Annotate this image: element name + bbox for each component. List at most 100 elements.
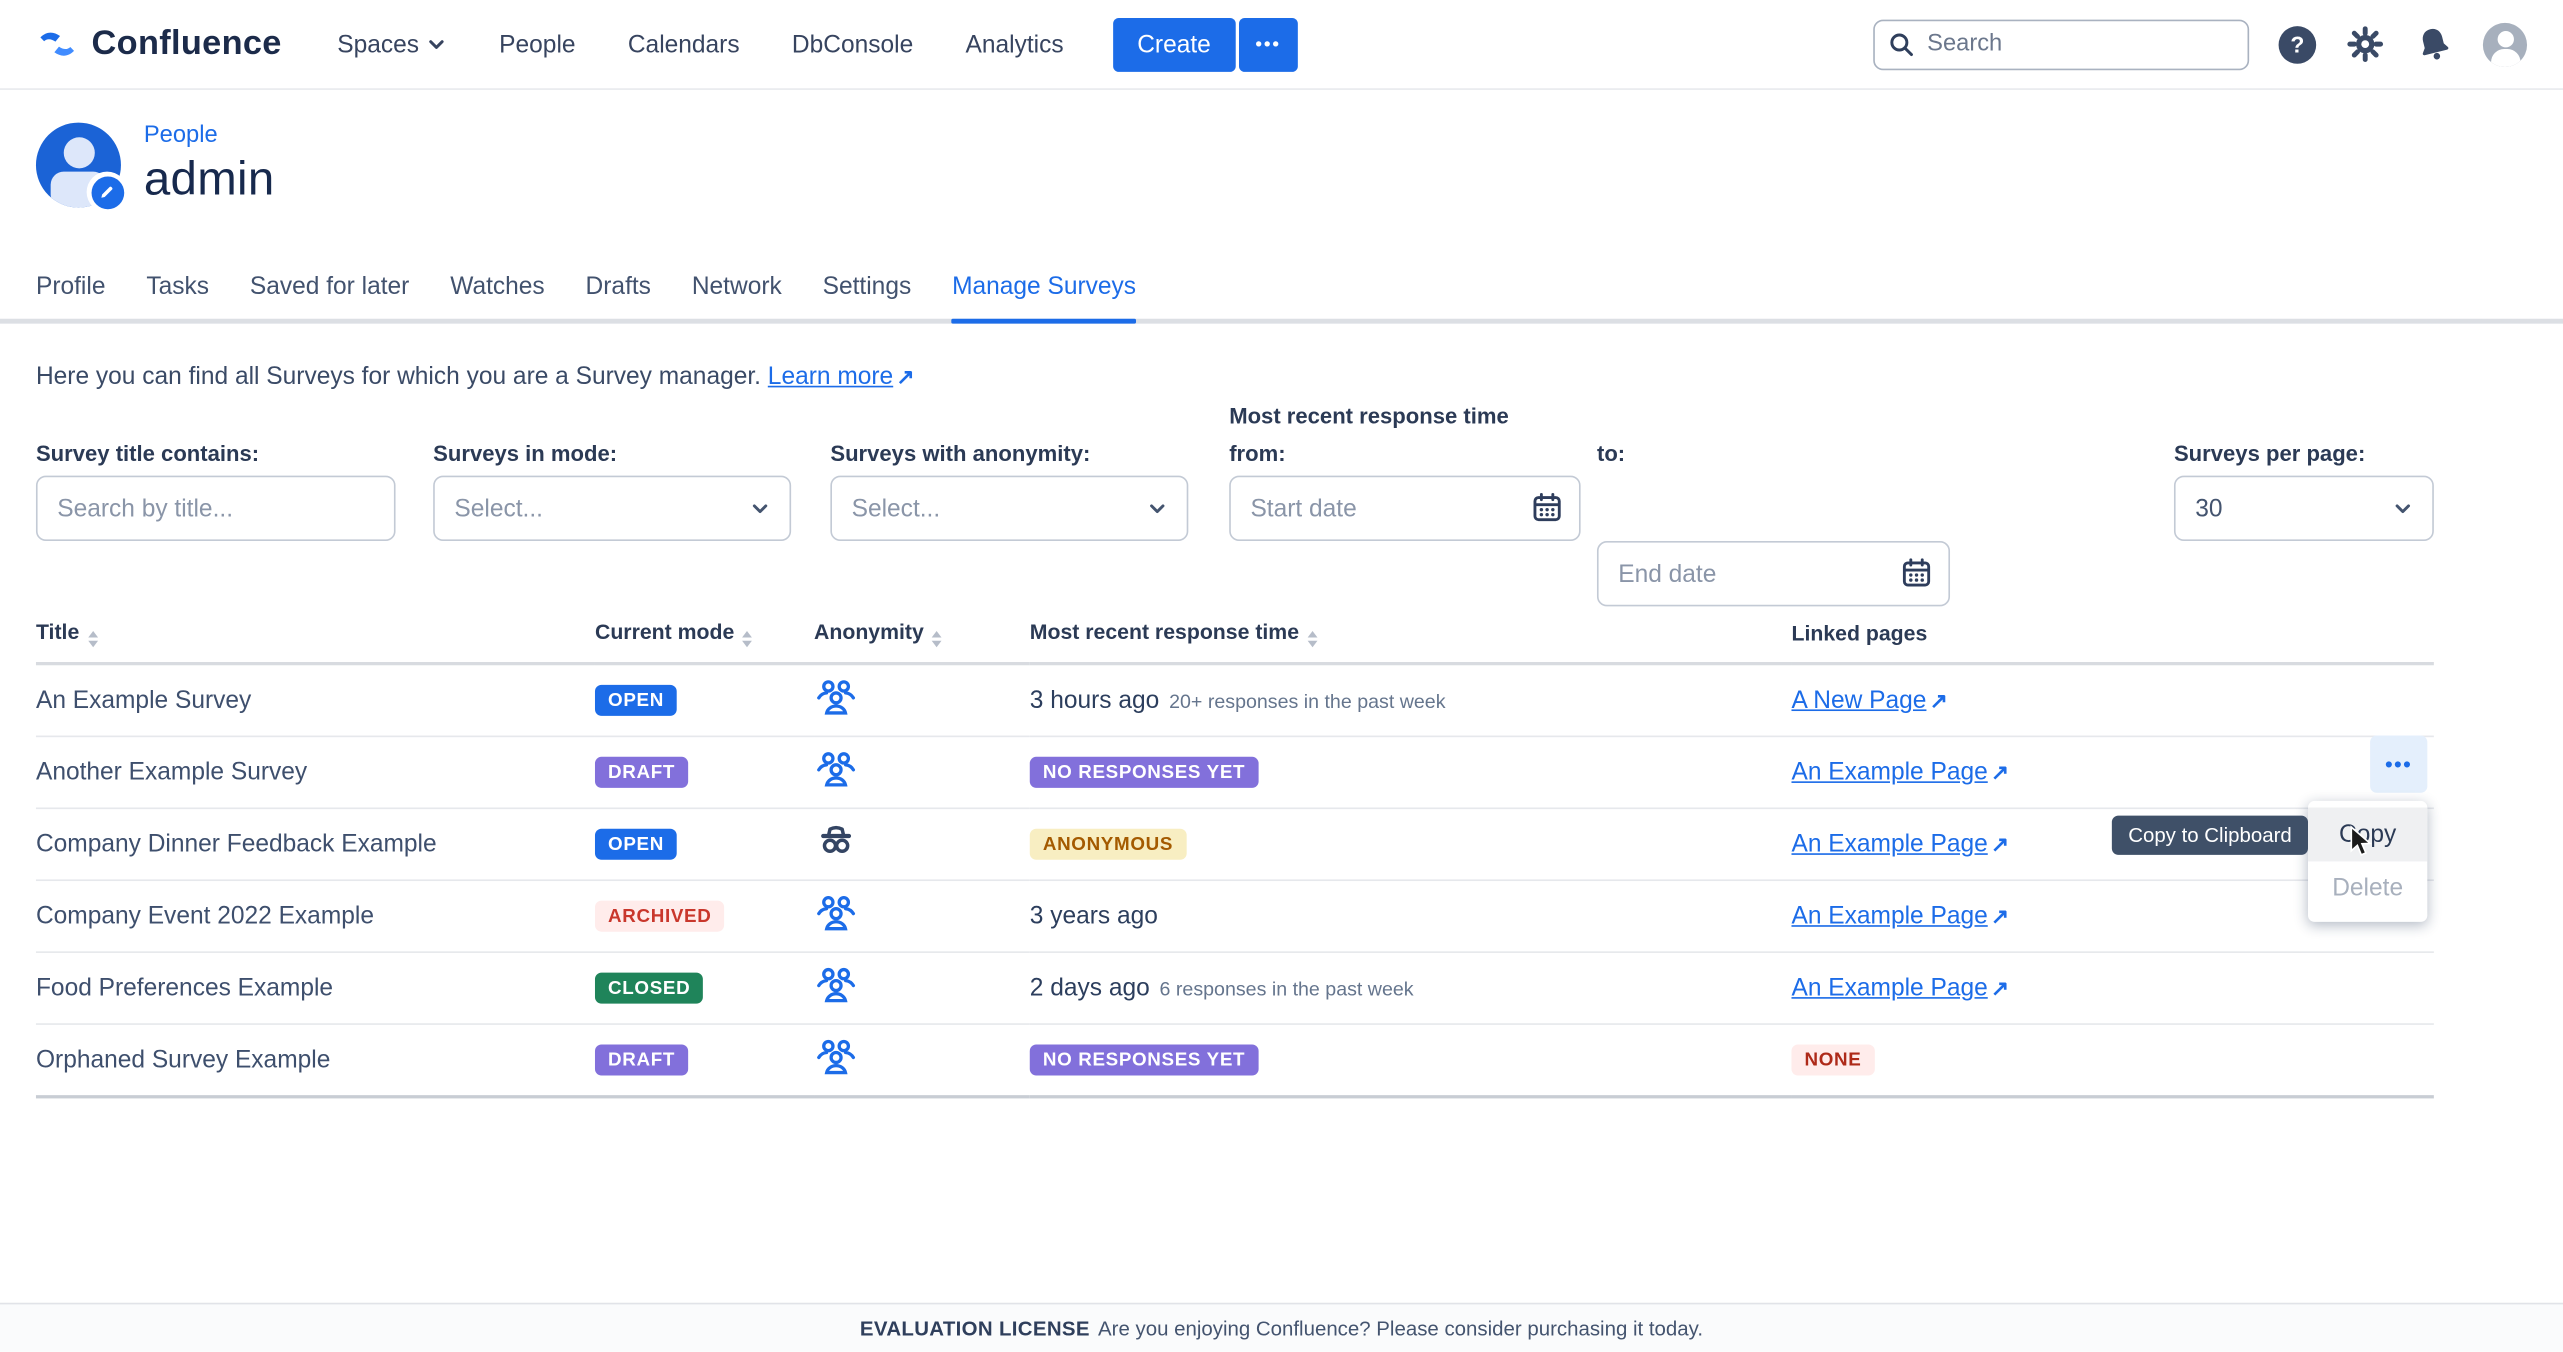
column-header-anonymity[interactable]: Anonymity <box>814 616 1030 663</box>
linked-page-link[interactable]: An Example Page↗ <box>1791 974 2008 1002</box>
mode-filter-select[interactable]: Select... <box>433 476 791 541</box>
survey-title: Company Event 2022 Example <box>36 880 595 952</box>
confluence-page: Confluence Spaces People Calendars DbCon… <box>0 0 2563 1352</box>
mode-badge: DRAFT <box>595 1044 688 1076</box>
people-breadcrumb[interactable]: People <box>144 123 275 149</box>
group-anonymity-icon <box>814 1035 858 1079</box>
none-badge: NONE <box>1791 1044 1874 1076</box>
linked-page-link[interactable]: An Example Page↗ <box>1791 902 2008 930</box>
brand-name: Confluence <box>92 25 282 64</box>
response-detail: 6 responses in the past week <box>1160 977 1414 1000</box>
nav-item-dbconsole[interactable]: DbConsole <box>792 30 913 58</box>
calendar-icon[interactable] <box>1530 490 1564 524</box>
linked-page-link[interactable]: An Example Page↗ <box>1791 830 2008 858</box>
learn-more-link[interactable]: Learn more↗ <box>768 363 914 391</box>
copy-tooltip: Copy to Clipboard <box>2112 816 2308 855</box>
group-anonymity-icon <box>814 963 858 1007</box>
sort-icon <box>742 631 752 647</box>
table-row: Food Preferences Example CLOSED 2 days a… <box>36 952 2434 1024</box>
page-title: admin <box>144 154 275 208</box>
notifications-button[interactable] <box>2414 25 2453 64</box>
user-avatar[interactable] <box>2483 22 2527 66</box>
linked-page-link[interactable]: A New Page↗ <box>1791 687 1947 715</box>
sort-icon <box>1307 631 1317 647</box>
response-time: 3 years ago <box>1030 902 1158 930</box>
title-filter-input[interactable] <box>36 476 396 541</box>
group-anonymity-icon <box>814 675 858 719</box>
title-filter-label: Survey title contains: <box>36 441 259 466</box>
footer-text: Are you enjoying Confluence? Please cons… <box>1098 1317 1703 1340</box>
profile-avatar[interactable] <box>36 123 121 208</box>
tab-network[interactable]: Network <box>692 273 782 319</box>
search-input[interactable] <box>1873 19 2249 70</box>
no-responses-badge: NO RESPONSES YET <box>1030 1044 1258 1076</box>
per-page-select[interactable]: 30 <box>2174 476 2434 541</box>
external-link-icon: ↗ <box>896 365 914 391</box>
row-actions-button[interactable]: ••• <box>2370 736 2427 793</box>
mode-select-value: Select... <box>454 494 543 522</box>
tab-saved-for-later[interactable]: Saved for later <box>250 273 409 319</box>
top-navigation: Confluence Spaces People Calendars DbCon… <box>0 0 2563 88</box>
survey-title: An Example Survey <box>36 664 595 737</box>
search-box <box>1873 19 2249 70</box>
edit-avatar-badge[interactable] <box>87 172 128 213</box>
to-filter-label: to: <box>1597 441 1625 466</box>
settings-button[interactable] <box>2346 25 2385 64</box>
nav-item-calendars[interactable]: Calendars <box>628 30 740 58</box>
table-header-row: Title Current mode Anonymity Most recent… <box>36 616 2434 663</box>
license-label: EVALUATION LICENSE <box>860 1317 1090 1340</box>
tab-settings[interactable]: Settings <box>823 273 912 319</box>
per-page-label: Surveys per page: <box>2174 441 2365 466</box>
filter-bar: Most recent response time Survey title c… <box>0 404 2563 590</box>
linked-page-label: A New Page <box>1791 687 1926 715</box>
tab-drafts[interactable]: Drafts <box>586 273 651 319</box>
tab-profile[interactable]: Profile <box>36 273 106 319</box>
mode-badge: CLOSED <box>595 972 703 1004</box>
linked-page-label: An Example Page <box>1791 974 1987 1002</box>
external-link-icon: ↗ <box>1991 760 2009 786</box>
survey-title: Food Preferences Example <box>36 952 595 1024</box>
tab-tasks[interactable]: Tasks <box>146 273 209 319</box>
external-link-icon: ↗ <box>1991 832 2009 858</box>
chevron-down-icon <box>750 499 770 519</box>
nav-item-spaces[interactable]: Spaces <box>337 30 447 58</box>
menu-item-delete: Delete <box>2308 861 2427 915</box>
column-header-mode[interactable]: Current mode <box>595 616 814 663</box>
table-row: Company Event 2022 Example ARCHIVED 3 ye… <box>36 880 2434 952</box>
help-icon: ? <box>2290 31 2304 57</box>
group-anonymity-icon <box>814 891 858 935</box>
column-header-title[interactable]: Title <box>36 616 595 663</box>
confluence-logo[interactable]: Confluence <box>36 23 282 65</box>
create-button[interactable]: Create <box>1113 17 1236 71</box>
survey-title: Orphaned Survey Example <box>36 1024 595 1097</box>
from-filter-label: from: <box>1229 441 1285 466</box>
linked-page-link[interactable]: An Example Page↗ <box>1791 758 2008 786</box>
mode-badge: DRAFT <box>595 756 688 788</box>
nav-item-people[interactable]: People <box>499 30 575 58</box>
tab-watches[interactable]: Watches <box>450 273 544 319</box>
start-date-input[interactable] <box>1229 476 1580 541</box>
help-button[interactable]: ? <box>2279 25 2317 63</box>
mouse-cursor <box>2349 825 2375 858</box>
end-date-input[interactable] <box>1597 541 1950 606</box>
calendar-icon[interactable] <box>1899 556 1933 590</box>
avatar-head <box>2497 30 2513 46</box>
row-actions-menu: Copy Delete <box>2308 801 2427 922</box>
mode-badge: OPEN <box>595 684 677 716</box>
nav-item-analytics[interactable]: Analytics <box>966 30 1064 58</box>
chevron-down-icon <box>427 34 447 54</box>
anonymous-badge: ANONYMOUS <box>1030 828 1186 860</box>
confluence-logo-icon <box>36 23 78 65</box>
create-more-button[interactable]: ••• <box>1239 17 1298 71</box>
mode-badge: OPEN <box>595 828 677 860</box>
survey-title: Company Dinner Feedback Example <box>36 808 595 880</box>
tab-manage-surveys[interactable]: Manage Surveys <box>952 273 1136 319</box>
learn-more-label: Learn more <box>768 363 893 391</box>
recent-response-group-label: Most recent response time <box>1229 404 1509 429</box>
anonymity-filter-select[interactable]: Select... <box>830 476 1188 541</box>
gear-icon <box>2346 25 2385 64</box>
column-label: Title <box>36 619 79 644</box>
column-header-response[interactable]: Most recent response time <box>1030 616 1792 663</box>
sort-icon <box>87 631 97 647</box>
external-link-icon: ↗ <box>1930 688 1948 714</box>
